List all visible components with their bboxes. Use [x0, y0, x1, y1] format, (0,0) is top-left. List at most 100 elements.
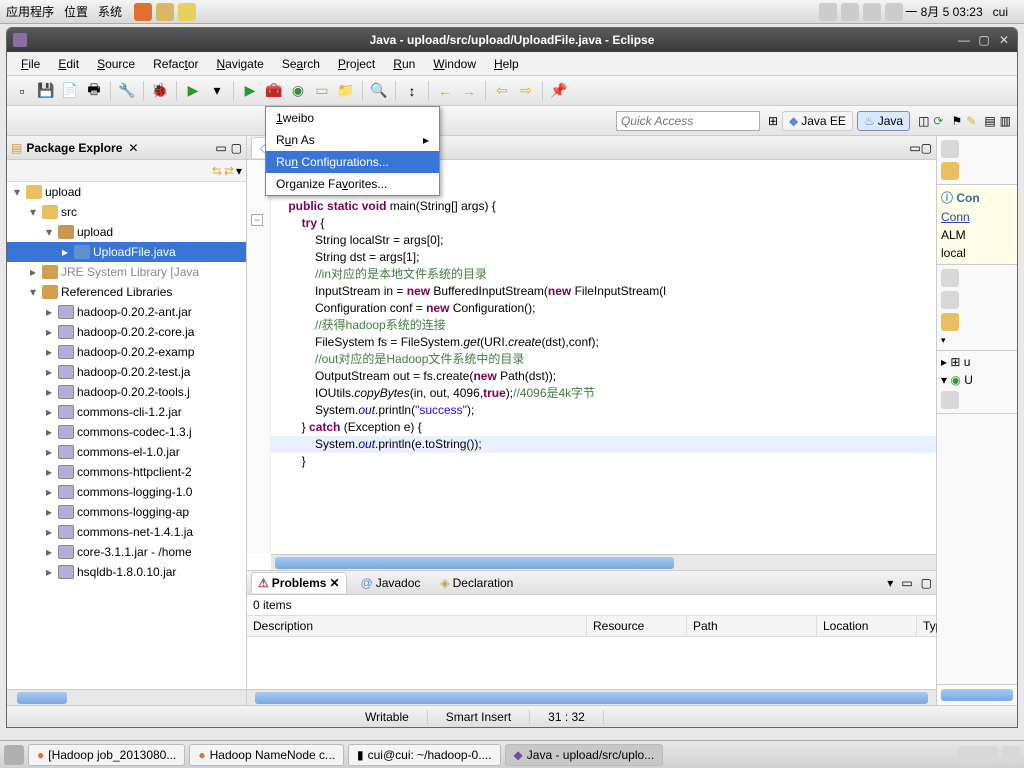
new-button[interactable]: ▫: [11, 80, 33, 102]
run-button[interactable]: ▶: [182, 80, 204, 102]
next-annotation-button[interactable]: →: [458, 80, 480, 102]
open-type-hier-button[interactable]: 📁: [335, 80, 357, 102]
menu-window[interactable]: Window: [425, 54, 484, 74]
col-resource[interactable]: Resource: [587, 616, 687, 636]
disk-icon[interactable]: [819, 3, 837, 21]
ext-tools-button[interactable]: 🧰: [263, 80, 285, 102]
right-hscroll[interactable]: [941, 689, 1013, 701]
toggle-mark-button[interactable]: ↕: [401, 80, 423, 102]
menu-apps[interactable]: 应用程序: [6, 3, 54, 20]
save-button[interactable]: 💾: [35, 80, 57, 102]
problems-maximize[interactable]: ▢: [921, 576, 932, 590]
r-up[interactable]: ▸ ⊞ u: [941, 355, 1013, 369]
collapse-all-button[interactable]: ⇆: [212, 164, 222, 178]
views-button-3[interactable]: ⚑: [951, 114, 962, 128]
menu-navigate[interactable]: Navigate: [208, 54, 271, 74]
tree-jar-item[interactable]: ▸commons-cli-1.2.jar: [7, 402, 246, 422]
markers-icon[interactable]: [941, 313, 959, 331]
tree-jar-item[interactable]: ▸hadoop-0.20.2-test.ja: [7, 362, 246, 382]
col-description[interactable]: Description: [247, 616, 587, 636]
views-button-1[interactable]: ◫: [918, 114, 929, 128]
view-menu-button[interactable]: ▾: [236, 164, 242, 178]
menu-system[interactable]: 系统: [98, 3, 122, 20]
package-hscroll[interactable]: [7, 689, 246, 705]
menu-edit[interactable]: Edit: [50, 54, 87, 74]
code-editor[interactable]: − public class UploadFile { public stati…: [247, 160, 936, 570]
problems-hscroll[interactable]: [247, 689, 936, 705]
problems-view-menu[interactable]: ▾: [887, 576, 893, 590]
menu-search[interactable]: Search: [274, 54, 328, 74]
problems-minimize[interactable]: ▭: [901, 576, 912, 590]
minimize-button[interactable]: —: [955, 32, 973, 48]
workspace-switcher[interactable]: [958, 746, 998, 764]
new-class-button[interactable]: ◉: [287, 80, 309, 102]
prev-annotation-button[interactable]: ←: [434, 80, 456, 102]
mail-icon[interactable]: [156, 3, 174, 21]
tree-jar-item[interactable]: ▸commons-logging-1.0: [7, 482, 246, 502]
tree-jar-item[interactable]: ▸hadoop-0.20.2-ant.jar: [7, 302, 246, 322]
snippets-icon[interactable]: [941, 291, 959, 309]
menu-places[interactable]: 位置: [64, 3, 88, 20]
tab-javadoc[interactable]: @Javadoc: [355, 573, 427, 593]
tab-declaration[interactable]: ◈Declaration: [434, 573, 519, 593]
r-conn[interactable]: Conn: [941, 210, 1013, 224]
outline-icon[interactable]: [941, 140, 959, 158]
menu-file[interactable]: File: [13, 54, 48, 74]
task-terminal[interactable]: ▮cui@cui: ~/hadoop-0....: [348, 744, 501, 766]
task-namenode[interactable]: ●Hadoop NameNode c...: [189, 744, 344, 766]
editor-hscroll[interactable]: [271, 554, 936, 570]
trash-icon[interactable]: [1002, 746, 1020, 764]
network-icon[interactable]: [841, 3, 859, 21]
search-button[interactable]: 🔍: [368, 80, 390, 102]
clock[interactable]: 一 8月 5 03:23: [905, 3, 982, 20]
servers-icon[interactable]: [941, 269, 959, 287]
chevron-down-icon[interactable]: ▾: [206, 80, 228, 102]
tree-jar-item[interactable]: ▸hadoop-0.20.2-examp: [7, 342, 246, 362]
task-hadoop-job[interactable]: ●[Hadoop job_2013080...: [28, 744, 185, 766]
tree-jar-item[interactable]: ▸commons-el-1.0.jar: [7, 442, 246, 462]
views-button-6[interactable]: ▥: [1000, 114, 1011, 128]
perspective-java[interactable]: ♨Java: [857, 111, 910, 131]
tab-problems[interactable]: ⚠Problems✕: [251, 572, 347, 593]
menu-item-organize-favorites[interactable]: Organize Favorites...: [266, 173, 439, 195]
fold-marker-icon[interactable]: −: [251, 214, 263, 226]
show-desktop-icon[interactable]: [4, 745, 24, 765]
quick-access-input[interactable]: [616, 111, 760, 131]
save-all-button[interactable]: 📄: [59, 80, 81, 102]
close-panel-icon[interactable]: ✕: [128, 141, 138, 155]
col-path[interactable]: Path: [687, 616, 817, 636]
task-list-icon[interactable]: [941, 162, 959, 180]
close-button[interactable]: ✕: [995, 32, 1013, 48]
back-button[interactable]: ⇦: [491, 80, 513, 102]
views-button-5[interactable]: ▤: [984, 114, 995, 128]
menu-item-run-configurations[interactable]: Run Configurations...: [266, 151, 439, 173]
tree-jar-item[interactable]: ▸hadoop-0.20.2-core.ja: [7, 322, 246, 342]
pin-editor-button[interactable]: 📌: [548, 80, 570, 102]
tree-jar-item[interactable]: ▸commons-logging-ap: [7, 502, 246, 522]
link-editor-button[interactable]: ⇄: [224, 164, 234, 178]
col-location[interactable]: Location: [817, 616, 917, 636]
tree-jar-item[interactable]: ▸hsqldb-1.8.0.10.jar: [7, 562, 246, 582]
r-U[interactable]: ▾ ◉ U: [941, 373, 1013, 387]
package-tree[interactable]: ▾upload ▾src ▾upload ▸UploadFile.java ▸J…: [7, 182, 246, 689]
user-label[interactable]: cui: [993, 5, 1008, 19]
tree-jar-item[interactable]: ▸core-3.1.1.jar - /home: [7, 542, 246, 562]
perspective-javaee[interactable]: ◆Java EE: [782, 111, 853, 131]
views-button-4[interactable]: ✎: [966, 114, 976, 128]
menu-help[interactable]: Help: [486, 54, 527, 74]
new-package-button[interactable]: ▭: [311, 80, 333, 102]
tree-jar-item[interactable]: ▸commons-net-1.4.1.ja: [7, 522, 246, 542]
maximize-button[interactable]: ▢: [975, 32, 993, 48]
menu-project[interactable]: Project: [330, 54, 383, 74]
menu-item-weibo[interactable]: 1 1 weiboweibo: [266, 107, 439, 129]
open-perspective-button[interactable]: ⊞: [768, 114, 778, 128]
menu-item-run-as[interactable]: Run As▸: [266, 129, 439, 151]
editor-minimize-button[interactable]: ▭: [909, 141, 920, 155]
menu-refactor[interactable]: Refactor: [145, 54, 206, 74]
run-last-button[interactable]: ▶: [239, 80, 261, 102]
print-button[interactable]: 🖶: [83, 80, 105, 102]
maximize-panel-button[interactable]: ▢: [231, 141, 242, 155]
forward-button[interactable]: ⇨: [515, 80, 537, 102]
task-eclipse[interactable]: ◆Java - upload/src/uplo...: [505, 744, 664, 766]
tree-jar-item[interactable]: ▸hadoop-0.20.2-tools.j: [7, 382, 246, 402]
